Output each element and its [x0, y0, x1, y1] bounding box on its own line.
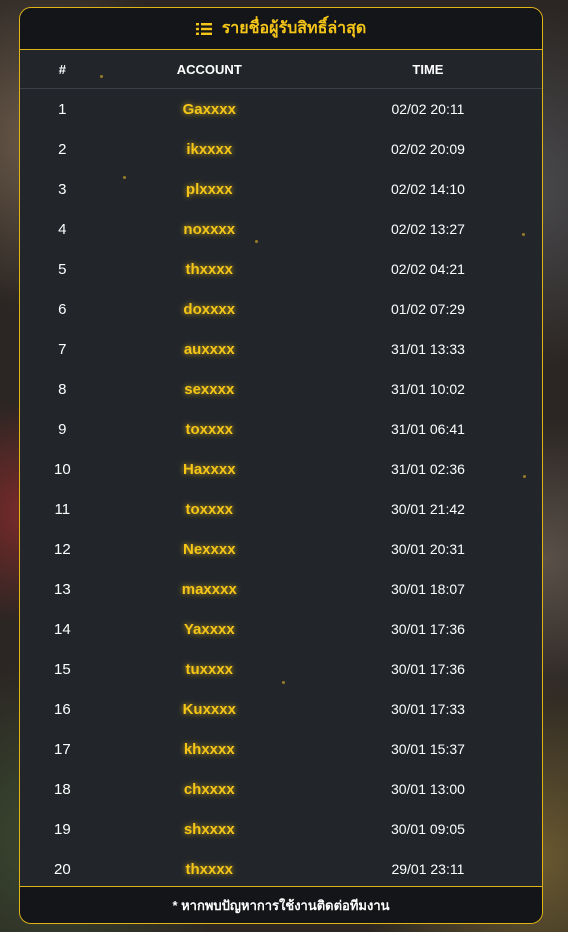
row-account: sexxxx — [184, 380, 235, 398]
row-time: 30/01 17:36 — [390, 621, 465, 637]
row-account: doxxxx — [183, 300, 236, 318]
row-time: 01/02 07:29 — [390, 301, 465, 317]
row-account: toxxxx — [185, 500, 234, 518]
row-account: thxxxx — [185, 860, 234, 878]
table-row: 19 shxxxx 30/01 09:05 — [20, 809, 542, 849]
table-row: 18 chxxxx 30/01 13:00 — [20, 769, 542, 809]
row-account: Kuxxxx — [182, 700, 236, 718]
table-row: 15 tuxxxx 30/01 17:36 — [20, 649, 542, 689]
row-time: 30/01 17:36 — [390, 661, 465, 677]
row-number: 2 — [58, 140, 67, 158]
row-account: thxxxx — [185, 260, 234, 278]
row-account: tuxxxx — [185, 660, 234, 678]
row-number: 8 — [58, 380, 67, 398]
table-header: # ACCOUNT TIME — [20, 50, 542, 89]
row-time: 31/01 02:36 — [390, 461, 465, 477]
row-number: 19 — [53, 820, 71, 838]
row-number: 6 — [58, 300, 67, 318]
panel-footer: * หากพบปัญหาการใช้งานติดต่อทีมงาน — [20, 886, 542, 923]
row-number: 11 — [54, 500, 71, 518]
row-time: 30/01 17:33 — [390, 701, 465, 717]
row-time: 02/02 20:11 — [391, 101, 465, 117]
row-number: 1 — [58, 100, 67, 118]
column-header-time: TIME — [412, 61, 444, 77]
table-row: 17 khxxxx 30/01 15:37 — [20, 729, 542, 769]
row-number: 15 — [53, 660, 71, 678]
row-time: 02/02 04:21 — [390, 261, 465, 277]
table-row: 13 maxxxx 30/01 18:07 — [20, 569, 542, 609]
footer-note: * หากพบปัญหาการใช้งานติดต่อทีมงาน — [172, 897, 390, 913]
row-time: 30/01 18:07 — [390, 581, 465, 597]
row-number: 7 — [58, 340, 67, 358]
row-number: 14 — [53, 620, 71, 638]
row-number: 12 — [53, 540, 71, 558]
row-number: 9 — [58, 420, 67, 438]
column-header-num: # — [58, 61, 66, 77]
row-number: 10 — [53, 460, 71, 478]
row-time: 31/01 10:02 — [390, 381, 465, 397]
row-account: chxxxx — [183, 780, 235, 798]
row-time: 02/02 20:09 — [390, 141, 465, 157]
panel-header: รายชื่อผู้รับสิทธิ์ล่าสุด — [20, 8, 542, 50]
row-account: Nexxxx — [183, 540, 236, 558]
table-row: 16 Kuxxxx 30/01 17:33 — [20, 689, 542, 729]
sparkle-decoration — [522, 233, 525, 236]
list-icon — [195, 22, 212, 36]
row-account: toxxxx — [185, 420, 234, 438]
table-row: 14 Yaxxxx 30/01 17:36 — [20, 609, 542, 649]
table-row: 8 sexxxx 31/01 10:02 — [20, 369, 542, 409]
row-account: Yaxxxx — [183, 620, 235, 638]
sparkle-decoration — [523, 475, 526, 478]
recent-winners-panel: รายชื่อผู้รับสิทธิ์ล่าสุด # ACCOUNT TIME… — [19, 7, 543, 924]
row-time: 29/01 23:11 — [391, 861, 465, 877]
row-number: 18 — [53, 780, 71, 798]
column-header-account: ACCOUNT — [176, 61, 242, 77]
row-account: shxxxx — [183, 820, 235, 838]
row-account: ikxxxx — [186, 140, 233, 158]
row-account: plxxxx — [185, 180, 233, 198]
table-row: 12 Nexxxx 30/01 20:31 — [20, 529, 542, 569]
row-time: 30/01 13:00 — [390, 781, 465, 797]
table-row: 3 plxxxx 02/02 14:10 — [20, 169, 542, 209]
row-account: Gaxxxx — [182, 100, 236, 118]
table-row: 7 auxxxx 31/01 13:33 — [20, 329, 542, 369]
row-time: 31/01 13:33 — [390, 341, 465, 357]
row-number: 3 — [58, 180, 67, 198]
row-time: 02/02 14:10 — [390, 181, 465, 197]
row-time: 30/01 20:31 — [390, 541, 465, 557]
row-account: noxxxx — [183, 220, 236, 238]
table-row: 2 ikxxxx 02/02 20:09 — [20, 129, 542, 169]
row-account: Haxxxx — [183, 460, 236, 478]
table-row: 9 toxxxx 31/01 06:41 — [20, 409, 542, 449]
row-account: auxxxx — [183, 340, 235, 358]
sparkle-decoration — [282, 681, 285, 684]
row-time: 30/01 21:42 — [390, 501, 465, 517]
row-time: 30/01 09:05 — [390, 821, 465, 837]
sparkle-decoration — [255, 240, 258, 243]
table-row: 5 thxxxx 02/02 04:21 — [20, 249, 542, 289]
row-account: khxxxx — [183, 740, 235, 758]
table-row: 11 toxxxx 30/01 21:42 — [20, 489, 542, 529]
table-row: 6 doxxxx 01/02 07:29 — [20, 289, 542, 329]
row-number: 16 — [53, 700, 71, 718]
row-number: 5 — [58, 260, 67, 278]
table-row: 20 thxxxx 29/01 23:11 — [20, 849, 542, 889]
row-time: 02/02 13:27 — [390, 221, 465, 237]
row-number: 4 — [58, 220, 67, 238]
sparkle-decoration — [100, 75, 103, 78]
row-time: 31/01 06:41 — [390, 421, 465, 437]
table-body: 1 Gaxxxx 02/02 20:11 2 ikxxxx 02/02 20:09 3 plx… — [20, 89, 542, 889]
panel-title: รายชื่อผู้รับสิทธิ์ล่าสุด — [221, 20, 367, 37]
row-number: 17 — [53, 740, 71, 758]
row-time: 30/01 15:37 — [390, 741, 465, 757]
table-row: 1 Gaxxxx 02/02 20:11 — [20, 89, 542, 129]
sparkle-decoration — [123, 176, 126, 179]
row-account: maxxxx — [181, 580, 237, 598]
row-number: 13 — [53, 580, 71, 598]
table-row: 4 noxxxx 02/02 13:27 — [20, 209, 542, 249]
table-row: 10 Haxxxx 31/01 02:36 — [20, 449, 542, 489]
row-number: 20 — [53, 860, 71, 878]
